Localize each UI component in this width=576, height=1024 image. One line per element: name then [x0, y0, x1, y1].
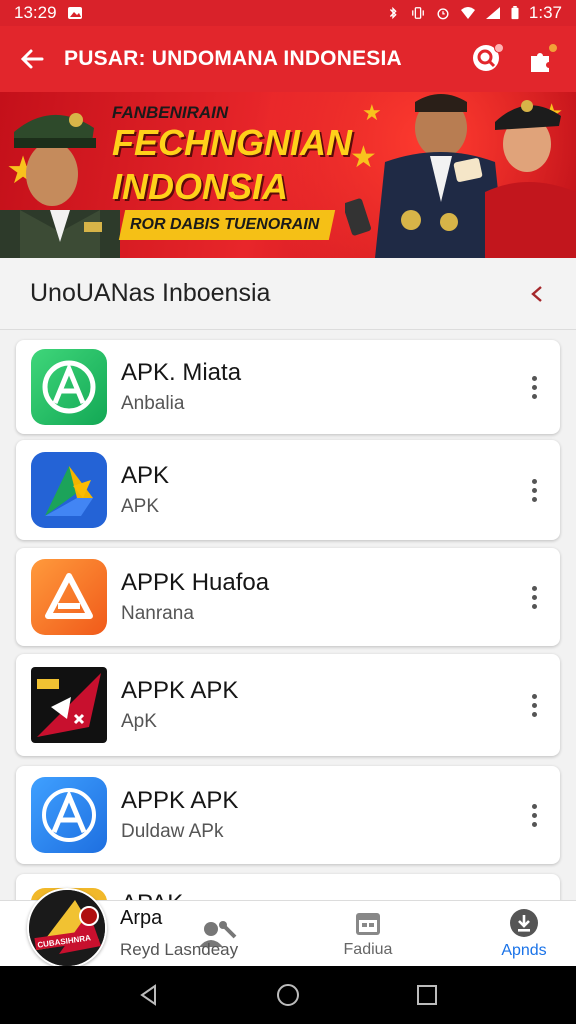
more-options-button[interactable] — [514, 367, 554, 407]
puzzle-button[interactable] — [524, 42, 558, 76]
featured-subtitle: Reyd Lasndeay — [120, 940, 239, 959]
arrow-left-icon — [20, 49, 44, 69]
app-subtitle: APK — [121, 496, 160, 517]
app-subtitle: Anbalia — [121, 393, 185, 414]
blue-a-icon — [31, 777, 107, 853]
more-options-button[interactable] — [514, 795, 554, 835]
list-item[interactable]: APPK Huafoa Nanrana — [16, 548, 560, 646]
nav-label: Apnds — [501, 942, 547, 959]
app-title: APPK Huafoa — [121, 569, 270, 596]
alarm-icon — [437, 8, 449, 20]
wifi-icon — [460, 7, 475, 19]
promo-banner[interactable]: ★ ★ ★ ★ FAN — [0, 92, 576, 258]
banner-subline: ROR DABIS TUENORAIN — [130, 216, 320, 233]
black-star-icon — [31, 667, 107, 743]
more-options-button[interactable] — [514, 470, 554, 510]
home-circle-icon[interactable] — [275, 982, 301, 1008]
banner-kicker: FANBENIRAIN — [112, 103, 229, 122]
app-subtitle: Duldaw APk — [121, 821, 224, 842]
app-title: APPK APK — [121, 677, 239, 704]
app-subtitle: Nanrana — [121, 603, 194, 624]
chevron-left-icon[interactable] — [528, 283, 546, 305]
app-title: APK. Miata — [121, 359, 242, 386]
app-title: APK — [121, 462, 170, 489]
list-item[interactable]: APK. Miata Anbalia — [16, 340, 560, 434]
orange-a-icon — [31, 559, 107, 635]
search-button[interactable] — [470, 42, 504, 76]
notification-dot — [494, 43, 504, 53]
image-notification-icon — [67, 7, 82, 19]
section-title: UnoUANas Inboensia — [30, 279, 271, 307]
app-bar: PUSAR: UNDOMANA INDONESIA — [0, 26, 576, 92]
calendar-icon — [356, 913, 380, 935]
green-a-icon — [31, 349, 107, 425]
system-navigation-bar — [0, 966, 576, 1024]
section-header[interactable]: UnoUANas Inboensia — [0, 258, 576, 330]
featured-avatar[interactable]: CUBASIHNRA — [27, 888, 107, 968]
banner-headline-1: FECHNGNIAN — [112, 122, 352, 163]
more-options-button[interactable] — [514, 577, 554, 617]
back-triangle-icon[interactable] — [137, 983, 161, 1007]
status-bar: 13:29 1:37 — [0, 0, 576, 26]
nav-item-fadiua[interactable]: Fadiua — [326, 901, 410, 967]
blue-triangle-icon — [31, 452, 107, 528]
officer-illustration — [345, 94, 576, 258]
banner-headline-2: INDONSIA — [112, 166, 289, 207]
nav-label: Fadiua — [343, 941, 393, 958]
officer-illustration — [0, 113, 120, 258]
notification-dot — [548, 43, 558, 53]
battery-icon — [511, 6, 519, 20]
recents-square-icon[interactable] — [415, 983, 439, 1007]
featured-title: Arpa — [120, 907, 163, 929]
nav-item-apnds[interactable]: Apnds — [482, 901, 566, 967]
download-icon — [510, 909, 538, 937]
back-button[interactable] — [0, 26, 64, 92]
more-options-button[interactable] — [514, 685, 554, 725]
vibrate-icon — [412, 7, 424, 19]
status-time-right: 1:37 — [528, 3, 562, 22]
list-item[interactable]: APPK APK ApK — [16, 654, 560, 756]
status-time: 13:29 — [14, 3, 57, 22]
app-title: APPK APK — [121, 787, 239, 814]
app-title: PUSAR: UNDOMANA INDONESIA — [64, 47, 402, 70]
signal-icon — [485, 7, 500, 19]
list-item[interactable]: APPK APK Duldaw APk — [16, 766, 560, 864]
app-subtitle: ApK — [121, 711, 157, 732]
screen: 13:29 1:37 PUSAR: UNDOMANA INDONESIA ★ ★… — [0, 0, 576, 1024]
bluetooth-icon — [389, 6, 397, 20]
list-item[interactable]: APK APK — [16, 440, 560, 540]
